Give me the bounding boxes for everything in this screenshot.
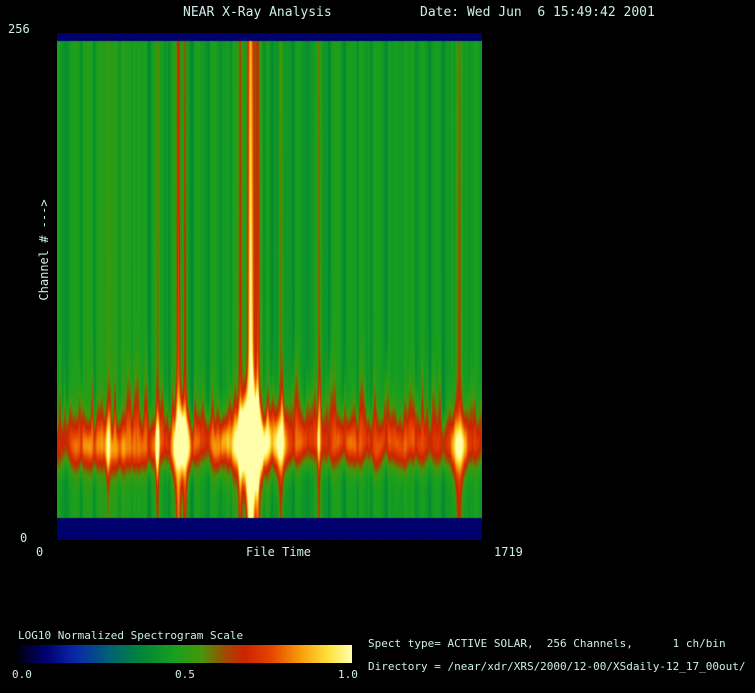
x-axis-min-label: 0	[36, 545, 43, 559]
header-date: Date: Wed Jun 6 15:49:42 2001	[420, 5, 655, 20]
colorbar	[18, 645, 352, 663]
spectrogram-image	[57, 33, 482, 540]
spect-type-text: Spect type= ACTIVE SOLAR, 256 Channels, …	[368, 637, 726, 650]
x-axis-max-label: 1719	[494, 545, 523, 559]
colorbar-title: LOG10 Normalized Spectrogram Scale	[18, 629, 243, 642]
page-title: NEAR X-Ray Analysis	[183, 5, 332, 20]
colorbar-tick-max: 1.0	[338, 668, 358, 681]
app-window: NEAR X-Ray Analysis Date: Wed Jun 6 15:4…	[0, 0, 755, 693]
x-axis-title: File Time	[246, 545, 311, 559]
y-axis-max-label: 256	[8, 22, 30, 36]
colorbar-tick-mid: 0.5	[175, 668, 195, 681]
y-axis-title: Channel # --->	[37, 199, 51, 300]
colorbar-tick-min: 0.0	[12, 668, 32, 681]
directory-text: Directory = /near/xdr/XRS/2000/12-00/XSd…	[368, 660, 746, 673]
y-axis-min-label: 0	[20, 531, 27, 545]
